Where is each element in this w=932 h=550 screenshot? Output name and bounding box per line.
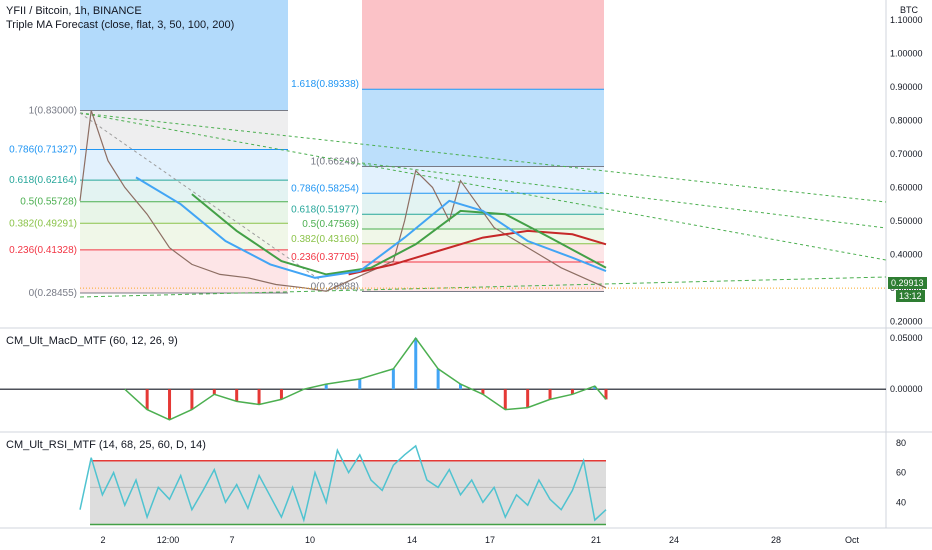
price-tick-label: 0.50000 [890, 216, 923, 226]
fib-level-label: 0.618(0.51977) [291, 204, 359, 215]
price-tick-label: 0.60000 [890, 182, 923, 192]
time-tick-label: 12:00 [157, 535, 180, 545]
fib-level-label: 0.382(0.43160) [291, 234, 359, 245]
fib-level-label: 1.618(0.89338) [291, 79, 359, 90]
price-tick-label: 0.80000 [890, 115, 923, 125]
time-tick-label: 7 [229, 535, 234, 545]
rsi-tick-label: 40 [896, 497, 906, 507]
fib-level-label: 0.236(0.41328) [9, 245, 77, 256]
price-tick-label: 0.90000 [890, 82, 923, 92]
macd-histogram-bar [358, 378, 362, 390]
price-tick-label: 1.10000 [890, 15, 923, 25]
fib-extension-zone-right-top [362, 0, 604, 90]
macd-histogram-bar [168, 389, 172, 420]
macd-histogram-bar [190, 389, 194, 410]
price-badge: 0.29913 [888, 277, 927, 289]
time-tick-label: 28 [771, 535, 781, 545]
fib-zone [362, 262, 604, 292]
fib-zone [80, 223, 288, 250]
macd-tick-label: 0.05000 [890, 333, 923, 343]
time-tick-label: 10 [305, 535, 315, 545]
indicator-title: Triple MA Forecast (close, flat, 3, 50, … [6, 19, 235, 31]
fib-level-label: 1(0.66249) [311, 157, 359, 168]
fib-level-label: 0.786(0.71327) [9, 145, 77, 156]
fib-zone [80, 201, 288, 224]
rsi-title: CM_Ult_RSI_MTF (14, 68, 25, 60, D, 14) [6, 439, 206, 451]
time-tick-label: 24 [669, 535, 679, 545]
fib-zone [362, 166, 604, 194]
time-tick-label: 14 [407, 535, 417, 545]
macd-histogram-bar [414, 338, 418, 390]
macd-histogram-bar [257, 389, 261, 405]
fib-level-label: 0.382(0.49291) [9, 218, 77, 229]
fib-level-label: 0(0.28455) [29, 288, 77, 299]
time-tick-label: 21 [591, 535, 601, 545]
price-tick-label: 0.20000 [890, 316, 923, 326]
price-tick-label: 1.00000 [890, 49, 923, 59]
fib-extension-zone-right [362, 89, 604, 167]
macd-line [124, 336, 607, 421]
macd-title: CM_Ult_MacD_MTF (60, 12, 26, 9) [6, 335, 178, 347]
time-tick-label: Oct [845, 535, 860, 545]
macd-histogram-bar [145, 389, 149, 410]
fib-level-label: 0.5(0.47569) [302, 219, 359, 230]
macd-histogram-bar [548, 389, 552, 400]
price-tick-label: 0.70000 [890, 149, 923, 159]
macd-histogram-bar [503, 389, 507, 410]
fib-zone [362, 214, 604, 230]
symbol-title: YFII / Bitcoin, 1h, BINANCE [6, 5, 142, 17]
fib-level-label: 1(0.83000) [29, 105, 77, 116]
countdown-badge: 13:12 [896, 290, 925, 302]
macd-histogram-bar [279, 389, 283, 400]
fib-level-label: 0.236(0.37705) [291, 252, 359, 263]
macd-histogram-bar [235, 389, 239, 402]
rsi-tick-label: 80 [896, 438, 906, 448]
fib-level-label: 0.786(0.58254) [291, 183, 359, 194]
macd-tick-label: 0.00000 [890, 384, 923, 394]
time-tick-label: 17 [485, 535, 495, 545]
macd-histogram-bar [391, 368, 395, 390]
price-tick-label: 0.40000 [890, 249, 923, 259]
macd-histogram-bar [526, 389, 530, 408]
macd-histogram-bar [436, 368, 440, 390]
currency-label: BTC [900, 5, 918, 15]
rsi-tick-label: 60 [896, 468, 906, 478]
fib-level-label: 0.618(0.62164) [9, 175, 77, 186]
chart-canvas[interactable]: 1(0.83000) 0.786(0.71327) 0.618(0.62164) 0.… [0, 0, 932, 550]
fib-zone [80, 180, 288, 202]
time-tick-label: 2 [100, 535, 105, 545]
fib-level-label: 0.5(0.55728) [20, 197, 77, 208]
